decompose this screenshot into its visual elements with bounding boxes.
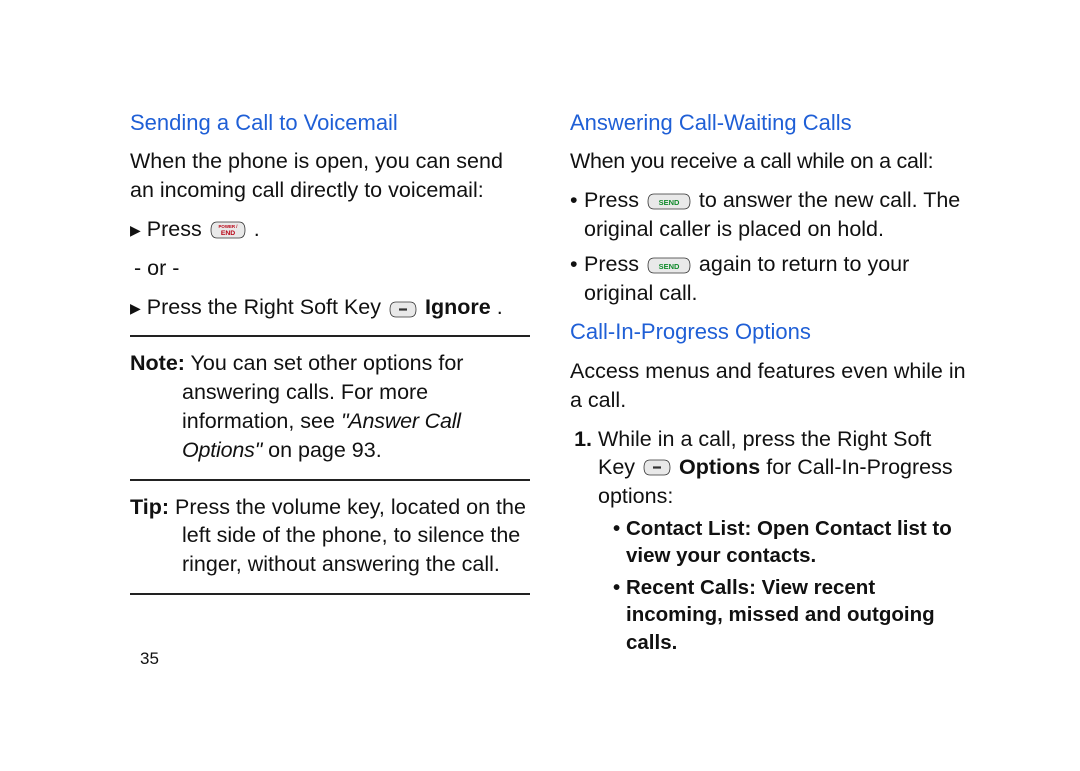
b1a: Press [584, 188, 645, 212]
page-number: 35 [140, 649, 159, 669]
step-press-softkey: ▶ Press the Right Soft Key Ignore . [130, 293, 530, 322]
step-1: While in a call, press the Right Soft Ke… [598, 425, 970, 657]
period: . [254, 215, 260, 244]
note-continuation: answering calls. For more information, s… [130, 378, 530, 464]
callwaiting-list: Press SEND to answer the new call. The o… [570, 186, 970, 307]
svg-text:END: END [221, 230, 235, 237]
intro-inprogress: Access menus and features even while in … [570, 357, 970, 415]
svg-text:POWER /: POWER / [218, 225, 238, 230]
heading-voicemail: Sending a Call to Voicemail [130, 108, 530, 137]
or-text: - or - [134, 254, 530, 283]
tip-block: Tip: Press the volume key, located on th… [130, 493, 530, 579]
note-text-c: on page 93. [262, 438, 382, 462]
list-item: Press SEND to answer the new call. The o… [584, 186, 970, 244]
options-sublist: Contact List: Open Contact list to view … [598, 515, 970, 656]
tip-text-b: left side of the phone, to silence the r… [182, 523, 520, 576]
steps-list: While in a call, press the Right Soft Ke… [570, 425, 970, 657]
softkey-dash-icon [643, 456, 671, 475]
press-label: Press [147, 215, 202, 244]
arrow-icon: ▶ [130, 299, 141, 315]
b2a: Press [584, 252, 645, 276]
divider [130, 593, 530, 595]
right-column: Answering Call-Waiting Calls When you re… [570, 108, 970, 761]
intro-callwaiting: When you receive a call while on a call: [570, 147, 970, 176]
tip-label: Tip: [130, 495, 169, 519]
sub-item-recent: Recent Calls: View recent incoming, miss… [626, 574, 970, 656]
tip-continuation: left side of the phone, to silence the r… [130, 521, 530, 579]
send-key-icon: SEND [646, 190, 692, 209]
divider [130, 479, 530, 481]
power-end-key-icon: POWER / END [209, 219, 247, 239]
note-label: Note: [130, 351, 185, 375]
arrow-icon: ▶ [130, 221, 141, 237]
softkey-dash-icon [389, 298, 417, 317]
heading-callwaiting: Answering Call-Waiting Calls [570, 108, 970, 137]
step-press-end: ▶ Press POWER / END . [130, 215, 530, 244]
left-column: Sending a Call to Voicemail When the pho… [130, 108, 530, 761]
period2: . [497, 293, 503, 322]
s1-label: Contact List [626, 517, 744, 540]
manual-page: Sending a Call to Voicemail When the pho… [0, 0, 1080, 771]
send-key-icon: SEND [646, 254, 692, 273]
heading-inprogress: Call-In-Progress Options [570, 317, 970, 346]
tip-text-a: Press the volume key, located on the [169, 495, 526, 519]
press-softkey-text: Press the Right Soft Key [147, 293, 381, 322]
step1b: Options [679, 455, 760, 479]
sub-item-contact: Contact List: Open Contact list to view … [626, 515, 970, 570]
intro-voicemail: When the phone is open, you can send an … [130, 147, 530, 205]
divider [130, 335, 530, 337]
list-item: Press SEND again to return to your origi… [584, 250, 970, 308]
ignore-label: Ignore [425, 293, 491, 322]
note-text-a: You can set other options for [185, 351, 464, 375]
note-block: Note: You can set other options for answ… [130, 349, 530, 464]
svg-text:SEND: SEND [659, 262, 680, 271]
s2-label: Recent Calls [626, 576, 749, 599]
svg-text:SEND: SEND [659, 198, 680, 207]
